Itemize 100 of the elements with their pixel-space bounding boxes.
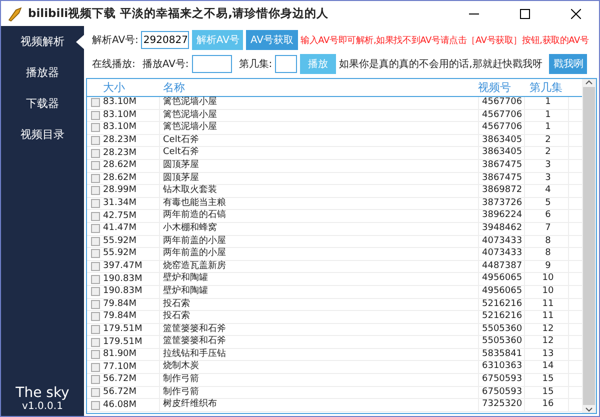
- play-av-label: 播放AV号:: [142, 58, 189, 71]
- scroll-up-icon[interactable]: [585, 79, 593, 85]
- row-checkbox[interactable]: [91, 224, 100, 234]
- row-checkbox[interactable]: [91, 262, 100, 272]
- window-title: bilibili视频下载 平淡的幸福来之不易,请珍惜你身边的人: [28, 6, 330, 21]
- table-cell-text: 28.99M: [103, 185, 138, 196]
- table-cell: 投石索: [159, 311, 478, 323]
- row-checkbox[interactable]: [91, 274, 100, 284]
- app-icon: [7, 6, 23, 22]
- table-cell-text: 190.83M: [103, 286, 144, 298]
- table-cell: 拉线钻和手压钻: [159, 348, 478, 360]
- table-cell-text: 55.92M: [103, 236, 138, 247]
- table-cell: Celt石斧: [159, 134, 478, 146]
- table-cell: 制作弓箭: [159, 374, 478, 386]
- row-checkbox[interactable]: [91, 388, 100, 397]
- table-cell: 篱笆泥墙小屋: [159, 110, 478, 122]
- table-cell: 6310363: [478, 361, 524, 374]
- table-cell: 4567706: [478, 110, 524, 122]
- column-header: 视频号: [478, 80, 512, 95]
- row-checkbox[interactable]: [91, 136, 100, 146]
- table-cell: 1: [524, 122, 568, 134]
- table-cell: 13: [524, 348, 568, 360]
- scrollbar[interactable]: [582, 79, 596, 413]
- table-cell: 4073433: [478, 236, 524, 248]
- table-cell: 9: [524, 260, 568, 272]
- table-cell: 1: [524, 110, 568, 122]
- online-play-label: 在线播放:: [92, 58, 136, 71]
- row-checkbox[interactable]: [91, 287, 100, 296]
- table-cell-text: 79.84M: [103, 311, 138, 322]
- table-cell: 3948462: [478, 222, 524, 235]
- scroll-down-icon[interactable]: [585, 407, 593, 413]
- row-checkbox[interactable]: [91, 300, 100, 309]
- row-checkbox[interactable]: [91, 362, 100, 372]
- table-cell-text: 56.72M: [103, 386, 138, 398]
- table-cell: 篱笆泥墙小屋: [159, 122, 478, 134]
- table-cell: 圆顶茅屋: [159, 172, 478, 184]
- row-checkbox[interactable]: [91, 174, 100, 183]
- table-cell: 6750593: [478, 386, 524, 398]
- table-cell: 16: [524, 399, 568, 411]
- sidebar-item[interactable]: 视频目录: [1, 119, 84, 150]
- column-header: 第几集: [528, 80, 564, 95]
- table-cell: 1: [524, 97, 568, 109]
- table-cell: 3863405: [478, 134, 524, 146]
- row-checkbox[interactable]: [91, 199, 100, 208]
- table-cell: 4073433: [478, 248, 524, 260]
- parse-label: 解析AV号:: [92, 34, 138, 47]
- table-cell: 3873726: [478, 198, 524, 210]
- table-cell-text: 41.47M: [103, 223, 138, 234]
- table-cell: Celt石斧: [159, 147, 478, 159]
- table-cell: 篮筐篓篓和石斧: [159, 336, 478, 348]
- table-cell: 11: [524, 311, 568, 323]
- table-cell: 篱笆泥墙小屋: [159, 97, 478, 109]
- row-checkbox[interactable]: [91, 375, 100, 384]
- sidebar-item[interactable]: 下载器: [1, 88, 84, 119]
- row-checkbox[interactable]: [91, 212, 100, 221]
- play-av-field[interactable]: [192, 55, 232, 73]
- table-cell: 两年前盖的小屋: [159, 248, 478, 260]
- table-cell: 2: [524, 134, 568, 146]
- row-checkbox[interactable]: [91, 110, 100, 120]
- table-cell: 8: [524, 236, 568, 248]
- table-cell: 5216216: [478, 298, 524, 310]
- table-cell: 两年前造的石镐: [159, 210, 478, 222]
- row-checkbox[interactable]: [91, 324, 100, 334]
- table-cell: 4956065: [478, 273, 524, 285]
- table-cell-text: 83.10M: [103, 122, 138, 134]
- table-cell-text: 397.47M: [103, 261, 144, 272]
- row-checkbox[interactable]: [91, 312, 100, 322]
- table-cell: 12: [524, 324, 568, 336]
- table-cell: 钻木取火套装: [159, 185, 478, 197]
- table-cell: 4567706: [478, 122, 524, 134]
- table-cell: 4: [524, 185, 568, 197]
- table-cell-text: 83.10M: [103, 110, 138, 121]
- table-cell: 烧窑造瓦盖新房: [159, 260, 478, 272]
- table-cell: 3869872: [478, 185, 524, 197]
- row-checkbox[interactable]: [91, 148, 100, 158]
- table-cell: 2: [524, 147, 568, 159]
- table-cell: 投石索: [159, 298, 478, 310]
- av-number-field[interactable]: 2920827: [141, 31, 190, 49]
- table-cell: 4487387: [478, 260, 524, 272]
- row-checkbox[interactable]: [91, 400, 100, 410]
- table-cell: 圆顶茅屋: [159, 160, 478, 172]
- row-checkbox[interactable]: [91, 338, 100, 347]
- app-name: The sky: [16, 385, 70, 401]
- table-cell: 3: [524, 160, 568, 172]
- table-cell-text: 190.83M: [103, 274, 144, 285]
- row-checkbox[interactable]: [91, 249, 100, 258]
- row-checkbox[interactable]: [91, 123, 100, 132]
- sidebar-item[interactable]: 播放器: [1, 57, 84, 88]
- table-cell: 5: [524, 198, 568, 210]
- column-header: 名称: [162, 80, 186, 95]
- row-checkbox[interactable]: [91, 161, 100, 170]
- row-checkbox[interactable]: [91, 350, 100, 360]
- table-cell-text: 55.92M: [103, 248, 138, 260]
- episode-field[interactable]: [275, 55, 298, 73]
- table-cell-text: 179.51M: [103, 336, 144, 348]
- table-cell-text: 77.10M: [103, 362, 138, 373]
- row-checkbox[interactable]: [91, 236, 100, 246]
- row-checkbox[interactable]: [91, 98, 100, 108]
- row-checkbox[interactable]: [91, 186, 100, 196]
- table-cell-text: 28.23M: [103, 148, 138, 159]
